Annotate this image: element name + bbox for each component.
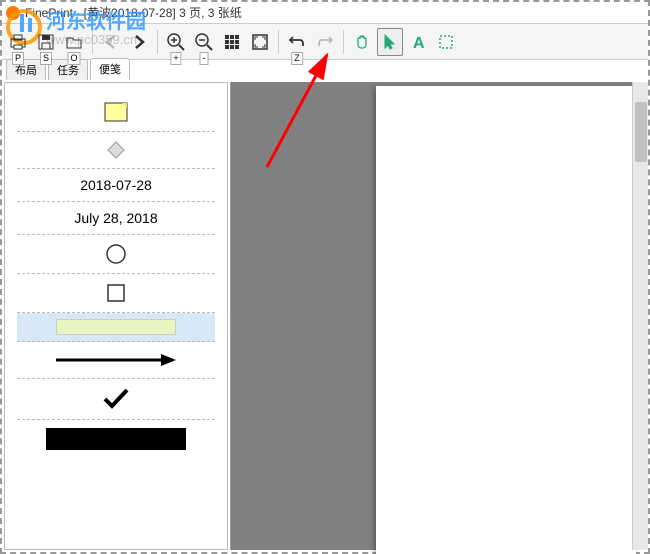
open-button[interactable]: O [61, 28, 87, 56]
stamp-date-iso[interactable]: 2018-07-28 [17, 169, 215, 202]
page-preview[interactable] [376, 86, 636, 554]
separator [278, 30, 279, 54]
svg-text:A: A [413, 35, 425, 51]
nav-forward-button[interactable] [126, 28, 152, 56]
undo-button[interactable]: Z [284, 28, 310, 56]
scrollbar-thumb[interactable] [635, 102, 647, 162]
stamp-checkmark[interactable] [17, 379, 215, 420]
window-title: FinePrint - [黄波2018-07-28] 3 页, 3 张纸 [25, 4, 242, 21]
redo-button[interactable] [312, 28, 338, 56]
separator [157, 30, 158, 54]
notes-palette: 2018-07-28 July 28, 2018 [4, 82, 228, 550]
print-button[interactable]: P [5, 28, 31, 56]
separator [92, 30, 93, 54]
zoom-in-button[interactable]: + [163, 28, 189, 56]
fullscreen-button[interactable] [247, 28, 273, 56]
stamp-circle[interactable] [17, 235, 215, 274]
tab-notes[interactable]: 便笺 [90, 58, 130, 80]
separator [343, 30, 344, 54]
main-area: 2018-07-28 July 28, 2018 [2, 80, 648, 552]
thumbnails-button[interactable] [219, 28, 245, 56]
vertical-scrollbar[interactable] [632, 82, 648, 550]
stamp-sticky-note[interactable] [17, 93, 215, 132]
undo-key-hint: Z [291, 52, 303, 65]
stamp-date-long[interactable]: July 28, 2018 [17, 202, 215, 235]
stamp-square[interactable] [17, 274, 215, 313]
toolbar: P S O + - Z A [2, 24, 648, 60]
pointer-button[interactable] [377, 28, 403, 56]
zoomout-key-hint: - [200, 52, 209, 65]
text-annotation-button[interactable]: A [405, 28, 431, 56]
nav-back-button[interactable] [98, 28, 124, 56]
stamp-diamond[interactable] [17, 132, 215, 169]
print-key-hint: P [12, 52, 24, 65]
app-icon [6, 6, 20, 20]
marquee-select-button[interactable] [433, 28, 459, 56]
stamp-arrow[interactable] [17, 342, 215, 379]
save-button[interactable]: S [33, 28, 59, 56]
title-bar: FinePrint - [黄波2018-07-28] 3 页, 3 张纸 [2, 2, 648, 24]
pan-hand-button[interactable] [349, 28, 375, 56]
zoom-out-button[interactable]: - [191, 28, 217, 56]
open-key-hint: O [67, 52, 80, 65]
zoomin-key-hint: + [170, 52, 181, 65]
stamp-highlight[interactable] [17, 313, 215, 342]
save-key-hint: S [40, 52, 52, 65]
document-canvas[interactable] [230, 82, 648, 550]
stamp-redaction-bar[interactable] [17, 420, 215, 458]
sidebar-tabs: 布局 任务 便笺 [2, 60, 648, 80]
